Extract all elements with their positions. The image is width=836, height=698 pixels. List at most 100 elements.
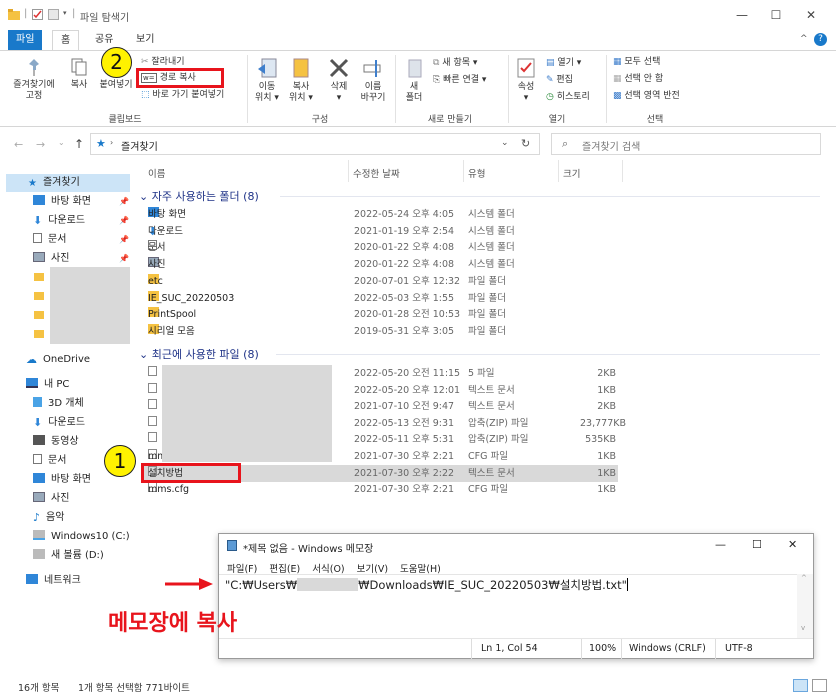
nav-pc-documents[interactable]: 문서	[33, 452, 66, 470]
notepad-minimize-button[interactable]: —	[715, 538, 726, 551]
invert-selection-button[interactable]: ▩ 선택 영역 반전	[613, 90, 680, 102]
nav-network[interactable]: 네트워크	[26, 572, 81, 590]
status-encoding: UTF-8	[725, 643, 753, 654]
nav-quick-access[interactable]: ★ 즐겨찾기	[28, 174, 80, 192]
back-arrow-icon[interactable]: ←	[14, 138, 23, 151]
group-divider	[247, 55, 248, 123]
list-item[interactable]: 시리얼 모음 2019-05-31 오후 3:05 파일 폴더	[140, 323, 620, 340]
move-to-button[interactable]: 이동 위치 ▾	[252, 57, 282, 104]
column-header-date[interactable]: 수정한 날짜	[353, 166, 400, 180]
step-2-callout: 2	[101, 47, 132, 78]
address-bar[interactable]: ★ › 즐겨찾기 ⌄ ↻	[90, 133, 540, 155]
nav-quick-downloads[interactable]: ⬇ 다운로드	[33, 212, 85, 230]
pin-to-quick-access-button[interactable]: 즐겨찾기에 고정	[6, 57, 62, 102]
maximize-button[interactable]: ☐	[761, 8, 791, 22]
paste-shortcut-button[interactable]: ⬚ 바로 가기 붙여넣기	[141, 89, 224, 101]
tab-file[interactable]: 파일	[8, 30, 43, 50]
new-item-button[interactable]: ⧉ 새 항목 ▾	[433, 57, 477, 69]
help-icon[interactable]: ?	[814, 33, 827, 46]
item-type: 시스템 폴더	[468, 209, 515, 220]
large-icons-view-icon[interactable]	[812, 679, 827, 692]
notepad-maximize-button[interactable]: ☐	[752, 538, 762, 551]
new-folder-qat-icon[interactable]	[48, 9, 59, 20]
tab-view[interactable]: 보기	[128, 30, 162, 50]
nav-quick-desktop[interactable]: 바탕 화면	[33, 193, 91, 211]
nav-onedrive[interactable]: ☁ OneDrive	[26, 351, 90, 369]
nav-pc-music[interactable]: ♪ 음악	[33, 509, 64, 527]
select-none-button[interactable]: ▦ 선택 안 함	[613, 73, 663, 85]
notepad-vertical-scrollbar[interactable]: ^ v	[797, 574, 813, 638]
item-type: CFG 파일	[468, 484, 508, 496]
recent-locations-icon[interactable]: ⌄	[58, 138, 65, 147]
open-icon: ▤	[546, 58, 558, 68]
picture-icon	[33, 492, 45, 502]
select-all-button[interactable]: ▦ 모두 선택	[613, 56, 660, 68]
group-header-frequent[interactable]: ⌄ 자주 사용하는 폴더 (8)	[139, 188, 259, 204]
group-header-recent[interactable]: ⌄ 최근에 사용한 파일 (8)	[139, 346, 259, 362]
nav-pc-desktop[interactable]: 바탕 화면	[33, 471, 91, 489]
list-item[interactable]: PrintSpool 2020-01-28 오전 10:53 파일 폴더	[140, 307, 620, 323]
list-item[interactable]: 바탕 화면 2022-05-24 오후 4:05 시스템 폴더	[140, 207, 620, 223]
nav-pc-downloads[interactable]: ⬇ 다운로드	[33, 414, 85, 432]
nav-pc-pictures[interactable]: 사진	[33, 490, 69, 508]
nav-pc-drive-c[interactable]: Windows10 (C:)	[33, 528, 130, 546]
item-date: 2020-07-01 오후 12:32	[354, 275, 461, 287]
list-item[interactable]: ⬇ 다운로드 2021-01-19 오후 2:54 시스템 폴더	[140, 224, 620, 240]
column-divider	[558, 160, 559, 182]
qat-dropdown-icon[interactable]: ▾	[63, 9, 67, 17]
search-box[interactable]: ⌕ 즐겨찾기 검색	[551, 133, 821, 155]
nav-this-pc[interactable]: 내 PC	[26, 376, 69, 394]
list-item[interactable]: IE_SUC_20220503 2022-05-03 오후 1:55 파일 폴더	[140, 290, 620, 307]
forward-arrow-icon[interactable]: →	[36, 138, 45, 151]
close-button[interactable]: ✕	[796, 8, 826, 22]
scissors-icon: ✂	[141, 57, 152, 67]
pinned-icon: 📌	[119, 254, 129, 263]
item-name: 시리얼 모음	[148, 325, 195, 337]
list-item[interactable]: 사진 2020-01-22 오후 4:08 시스템 폴더	[140, 257, 620, 273]
nav-pc-videos[interactable]: 동영상	[33, 433, 79, 451]
easy-access-label: 빠른 연결 ▾	[443, 75, 487, 85]
copy-button[interactable]: 복사	[66, 57, 92, 91]
address-dropdown-icon[interactable]: ⌄	[501, 138, 509, 148]
refresh-icon[interactable]: ↻	[521, 137, 530, 150]
group-title: 최근에 사용한 파일 (8)	[151, 348, 259, 361]
minimize-button[interactable]: —	[727, 8, 757, 22]
history-button[interactable]: ◷ 히스토리	[546, 91, 590, 103]
nav-quick-pictures[interactable]: 사진	[33, 250, 69, 268]
tab-home[interactable]: 홈	[52, 30, 80, 50]
cut-button[interactable]: ✂ 잘라내기	[141, 56, 185, 68]
cube-icon	[33, 397, 42, 407]
file-row[interactable]: mms.cfg 2021-07-30 오후 2:21 CFG 파일 1KB	[140, 482, 620, 498]
breadcrumb[interactable]: 즐겨찾기	[121, 138, 158, 153]
properties-button[interactable]: 속성 ▾	[512, 57, 540, 104]
rename-button[interactable]: 이름 바꾸기	[357, 57, 389, 104]
notepad-close-button[interactable]: ✕	[788, 538, 797, 551]
details-view-icon[interactable]	[793, 679, 808, 692]
nav-quick-documents[interactable]: 문서	[33, 231, 66, 249]
column-header-name[interactable]: 이름	[148, 166, 165, 180]
nav-pc-drive-d[interactable]: 새 볼륨 (D:)	[33, 547, 104, 565]
nav-pc-3d[interactable]: 3D 개체	[33, 395, 84, 413]
nav-label: 3D 개체	[48, 398, 84, 409]
scroll-down-icon[interactable]: v	[801, 624, 805, 632]
list-item[interactable]: 문서 2020-01-22 오후 4:08 시스템 폴더	[140, 240, 620, 256]
column-header-size[interactable]: 크기	[563, 166, 580, 180]
history-label: 히스토리	[556, 92, 590, 102]
scroll-up-icon[interactable]: ^	[801, 574, 807, 582]
nav-label: 새 볼륨 (D:)	[51, 550, 104, 561]
ribbon-collapse-icon[interactable]: ^	[800, 34, 808, 44]
properties-icon[interactable]	[32, 9, 43, 20]
notepad-text-area[interactable]: "C:₩Users₩ ₩Downloads₩IE_SUC_20220503₩설치방…	[219, 574, 797, 638]
list-item[interactable]: etc 2020-07-01 오후 12:32 파일 폴더	[140, 273, 620, 290]
network-icon	[26, 574, 38, 584]
edit-button[interactable]: ✎ 편집	[546, 74, 573, 86]
group-divider-line	[276, 354, 820, 355]
group-divider	[508, 55, 509, 123]
up-arrow-icon[interactable]: ↑	[74, 137, 84, 151]
column-header-type[interactable]: 유형	[468, 166, 485, 180]
copy-to-button[interactable]: 복사 위치 ▾	[286, 57, 316, 104]
open-button[interactable]: ▤ 열기 ▾	[546, 57, 581, 69]
easy-access-button[interactable]: ⎘ 빠른 연결 ▾	[433, 74, 486, 86]
delete-button[interactable]: 삭제 ▾	[325, 57, 353, 104]
new-folder-button[interactable]: 새 폴더	[401, 57, 427, 104]
